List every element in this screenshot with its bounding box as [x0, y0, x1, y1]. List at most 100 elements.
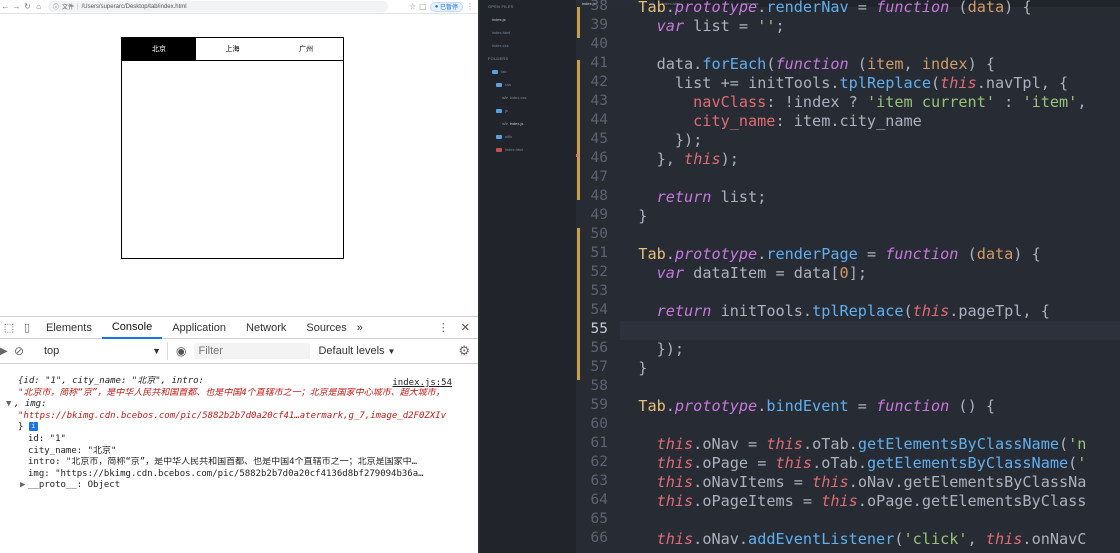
editor-sidebar: OPEN FILES index.js index.html index.css… [480, 0, 576, 553]
source-link[interactable]: index.js:54 [392, 378, 452, 390]
tab-widget: 北京 上海 广州 [121, 37, 344, 259]
code-line: Tab.prototype.renderNav = function (data… [638, 0, 1032, 16]
more-tabs-icon[interactable]: » [357, 322, 363, 334]
url-field[interactable]: ⓘ 文件 | /Users/superarc/Desktop/tab/index… [48, 1, 388, 12]
code-line: navClass: !index ? 'item current' : 'ite… [693, 93, 1087, 111]
tab-network[interactable]: Network [236, 317, 296, 339]
inspect-element-icon[interactable]: ⬚ [0, 317, 18, 339]
folder-item[interactable]: tab [480, 65, 576, 78]
code-line: this.oPageItems = this.oPage.getElements… [656, 492, 1087, 510]
code-area[interactable]: Tab.prototype.renderNav = function (data… [620, 0, 1120, 553]
line-number: 56 [590, 340, 608, 356]
current-line-highlight [620, 321, 1120, 340]
line-number: 58 [590, 378, 608, 394]
line-number: 60 [590, 416, 608, 432]
clear-console-icon[interactable]: ⊘ [14, 344, 32, 358]
line-number: 42 [590, 74, 608, 90]
sidebar-toggle-icon[interactable]: ▶ [0, 346, 14, 357]
log-prop: id: "1" [28, 433, 66, 444]
log-prop[interactable]: ▶ __proto__: Object [18, 480, 478, 492]
file-item[interactable]: </> index.js [480, 117, 576, 130]
open-file-item[interactable]: index.css [480, 39, 576, 52]
settings-gear-icon[interactable]: ⚙ [458, 343, 470, 359]
line-number: 64 [590, 492, 608, 508]
sync-paused-badge[interactable]: ● 已暂停 [429, 1, 463, 12]
code-line: }); [674, 131, 703, 149]
code-line: var list = ''; [656, 17, 785, 35]
code-line: return initTools.tplReplace(this.pageTpl… [656, 302, 1050, 320]
code-line: city_name: item.city_name [693, 112, 922, 130]
eye-icon[interactable]: ◉ [176, 344, 186, 358]
tab-beijing[interactable]: 北京 [122, 38, 196, 60]
line-number-gutter: 38 39 40 41 42 43 44 45 46 47 48 49 50 51 52 53 54 55 56 57… [576, 0, 616, 553]
line-number: 40 [590, 36, 608, 52]
menu-icon[interactable]: ⋮ [466, 2, 474, 11]
extension-icon[interactable]: ▢ [419, 2, 427, 11]
devtools-panel: ⬚ ▯ Elements Console Application Network… [0, 316, 478, 553]
back-icon[interactable]: ← [0, 1, 11, 12]
home-icon[interactable]: ⌂ [33, 1, 44, 12]
line-number: 50 [590, 226, 608, 242]
log-prop: intro: "北京市，简称“京”，是中华人民共和国首都、也是中国4个直辖市之一… [28, 457, 418, 468]
file-item[interactable]: index.html [480, 143, 576, 156]
tab-shanghai[interactable]: 上海 [196, 38, 270, 60]
folder-item[interactable]: css [480, 78, 576, 91]
code-line: this.oPage = this.oTab.getElementsByClas… [656, 454, 1087, 472]
log-line[interactable]: ▼, img: [6, 399, 478, 411]
line-number: 45 [590, 131, 608, 147]
log-prop: city_name: "北京" [28, 445, 117, 456]
line-number: 44 [590, 112, 608, 128]
device-toolbar-icon[interactable]: ▯ [18, 317, 36, 339]
code-line: var dataItem = data[0]; [656, 264, 867, 282]
code-line: }); [656, 340, 685, 358]
folder-item[interactable]: utils [480, 130, 576, 143]
tab-console[interactable]: Console [101, 317, 163, 339]
folder-icon [496, 82, 502, 87]
line-number: 65 [590, 511, 608, 527]
line-number: 39 [590, 17, 608, 33]
bookmark-star-icon[interactable]: ☆ [409, 2, 416, 11]
address-bar: ← → ↻ ⌂ ⓘ 文件 | /Users/superarc/Desktop/t… [0, 0, 478, 14]
line-number: 41 [590, 55, 608, 71]
line-number: 55 [590, 321, 608, 337]
code-file-icon: </> [502, 121, 508, 126]
folder-icon [496, 134, 502, 139]
log-line: } i [18, 422, 478, 434]
filter-input[interactable] [194, 343, 311, 359]
line-number: 51 [590, 245, 608, 261]
log-levels-select[interactable]: Default levels ▼ [318, 345, 395, 357]
console-toolbar: ▶ ⊘ top ▼ ◉ Default levels ▼ ⚙ [0, 339, 478, 364]
line-number: 59 [590, 397, 608, 413]
kebab-menu-icon[interactable]: ⋮ [438, 321, 449, 334]
forward-icon[interactable]: → [11, 1, 22, 12]
code-line: return list; [656, 188, 767, 206]
expand-triangle-icon[interactable]: ▶ [20, 480, 28, 492]
tab-sources[interactable]: Sources [296, 317, 356, 339]
folders-header: FOLDERS [488, 56, 509, 61]
context-select[interactable]: top ▼ [38, 342, 168, 360]
log-line: "https://bkimg.cdn.bcebos.com/pic/5882b2… [18, 410, 447, 421]
line-number: 57 [590, 359, 608, 375]
line-number: 52 [590, 264, 608, 280]
open-file-item[interactable]: index.js [480, 13, 576, 26]
line-number: 38 [590, 0, 608, 14]
reload-icon[interactable]: ↻ [22, 1, 33, 12]
url-scheme: 文件 [62, 5, 75, 11]
tab-guangzhou[interactable]: 广州 [269, 38, 343, 60]
info-icon[interactable]: i [28, 422, 38, 432]
code-line: } [638, 359, 648, 377]
line-number: 54 [590, 302, 608, 318]
folder-item[interactable]: js [480, 104, 576, 117]
tab-application[interactable]: Application [162, 317, 236, 339]
close-icon[interactable]: ✕ [461, 321, 470, 334]
code-line: this.oNavItems = this.oNav.getElementsBy… [656, 473, 1087, 491]
tab-nav: 北京 上海 广州 [122, 38, 343, 61]
expand-triangle-icon[interactable]: ▼ [6, 399, 14, 411]
code-file-icon: </> [502, 95, 508, 100]
file-item[interactable]: </> index.css [480, 91, 576, 104]
tab-elements[interactable]: Elements [36, 317, 102, 339]
open-file-item[interactable]: index.html [480, 26, 576, 39]
line-number: 63 [590, 473, 608, 489]
console-output: index.js:54 {id: "1", city_name: "北京", i… [0, 376, 478, 492]
line-number: 46 [590, 150, 608, 166]
